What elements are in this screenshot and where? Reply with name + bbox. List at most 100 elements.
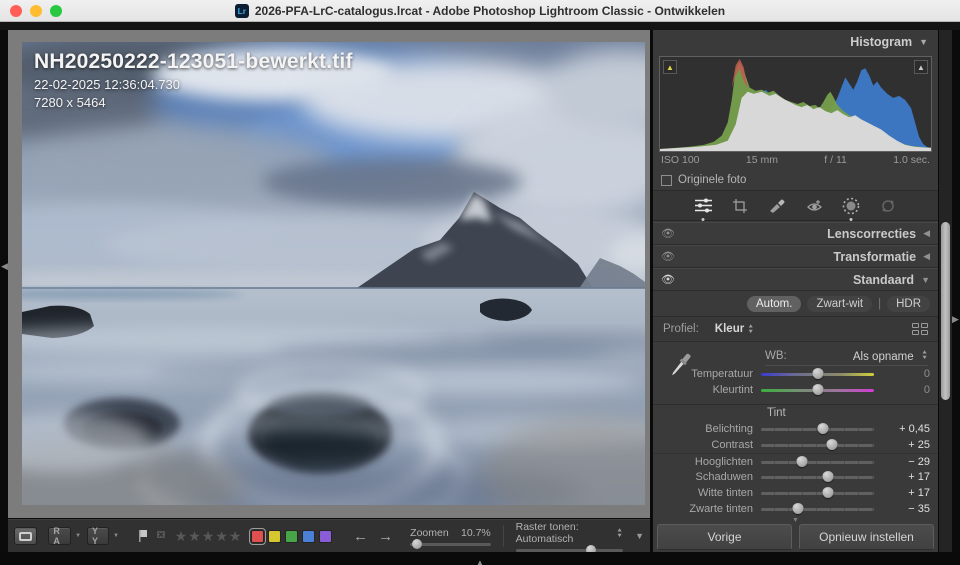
zoom-slider[interactable] <box>410 538 491 549</box>
crop-tool-button[interactable] <box>731 197 749 215</box>
highlight-clipping-warning-icon[interactable]: ▲ <box>914 60 928 74</box>
edit-sliders-tool-button[interactable] <box>694 197 712 221</box>
shadow-clipping-warning-icon[interactable]: ▲ <box>663 60 677 74</box>
masking-tool-button[interactable] <box>842 197 860 221</box>
panel-scroll-caret-icon[interactable]: ▼ <box>653 517 938 524</box>
original-photo-row: Originele foto <box>661 171 746 189</box>
sync-tool-button[interactable] <box>879 197 897 215</box>
slider-thumb[interactable] <box>796 455 808 467</box>
hdr-button[interactable]: HDR <box>887 295 930 312</box>
zoom-value: 10.7% <box>460 526 491 539</box>
highlights-slider[interactable] <box>761 460 874 464</box>
zoom-slider-thumb[interactable] <box>411 538 422 549</box>
minimize-button[interactable] <box>30 5 42 17</box>
slider-thumb[interactable] <box>817 423 829 434</box>
slider-thumb[interactable] <box>812 368 823 379</box>
histogram-header[interactable]: Histogram ▼ <box>653 30 938 54</box>
before-after-view-button[interactable]: Y Y <box>87 526 109 546</box>
flag-reject-button[interactable] <box>154 529 168 543</box>
red-eye-tool-button[interactable] <box>805 197 823 215</box>
scrollbar-thumb[interactable] <box>941 222 950 400</box>
contrast-slider[interactable] <box>761 444 874 447</box>
star-icon[interactable]: ★ <box>215 529 228 543</box>
panel-transformatie[interactable]: 👁 Transformatie ◀ <box>653 245 938 268</box>
auto-button[interactable]: Autom. <box>747 295 802 312</box>
panel-label[interactable]: Standaard <box>679 273 921 287</box>
wb-caret-icon[interactable]: ▲ ▼ <box>921 349 928 360</box>
close-button[interactable] <box>10 5 22 17</box>
loupe-view-button[interactable] <box>14 527 37 545</box>
slider-value: 0 <box>923 384 930 396</box>
right-panel: Histogram ▼ ▲ ▲ ISO 100 15 mm f / 11 1.0… <box>653 30 938 552</box>
reference-view-caret-icon[interactable]: ▼ <box>75 533 81 539</box>
slider-thumb[interactable] <box>822 471 834 482</box>
color-label-purple[interactable] <box>319 529 333 543</box>
show-filmstrip-arrow-icon[interactable]: ▲ <box>476 558 484 565</box>
histogram-graph[interactable]: ▲ ▲ <box>659 56 932 152</box>
grid-overlay-caret-icon[interactable]: ▲ ▼ <box>616 527 623 538</box>
wb-select-row[interactable]: WB: Als opname ▲ ▼ <box>765 349 928 366</box>
top-strip <box>0 22 960 30</box>
flag-pick-button[interactable] <box>136 529 150 543</box>
panel-label[interactable]: Lenscorrecties <box>679 227 923 241</box>
profile-caret-icon[interactable]: ▲ ▼ <box>747 323 754 334</box>
panel-expanded-caret-icon[interactable]: ▼ <box>921 275 930 285</box>
whites-slider[interactable] <box>761 492 874 495</box>
white-balance-section: WB: Als opname ▲ ▼ Temperatuur 0 Kleurtin… <box>653 343 938 404</box>
star-icon[interactable]: ★ <box>202 529 215 543</box>
histogram-collapse-caret-icon[interactable]: ▼ <box>919 37 928 47</box>
eye-icon[interactable]: 👁 <box>661 250 679 263</box>
star-icon[interactable]: ★ <box>188 529 201 543</box>
panel-collapsed-caret-icon[interactable]: ◀ <box>923 251 930 262</box>
color-label-blue[interactable] <box>302 529 316 543</box>
profile-select[interactable]: Kleur <box>715 323 744 335</box>
panel-lenscorrecties[interactable]: 👁 Lenscorrecties ◀ <box>653 222 938 245</box>
before-after-caret-icon[interactable]: ▼ <box>113 533 119 539</box>
color-label-red[interactable] <box>249 527 267 545</box>
panel-label[interactable]: Transformatie <box>679 250 923 264</box>
right-panel-scrollbar[interactable] <box>939 30 952 552</box>
hide-right-panel-arrow-icon[interactable]: ▶ <box>952 315 959 324</box>
profile-browser-grid-icon[interactable] <box>912 323 928 335</box>
panel-standaard[interactable]: 👁 Standaard ▼ <box>653 268 938 291</box>
shadows-slider[interactable] <box>761 476 874 479</box>
overlay-datetime: 22-02-2025 12:36:04.730 <box>34 77 181 92</box>
next-photo-arrow-icon[interactable]: → <box>375 529 396 544</box>
tone-header: Tint <box>767 407 786 419</box>
panel-collapsed-caret-icon[interactable]: ◀ <box>923 228 930 239</box>
show-left-panel-arrow-icon[interactable]: ◀ <box>1 262 8 271</box>
slider-label: Hooglichten <box>694 455 753 468</box>
tool-active-dot <box>849 217 853 221</box>
grid-overlay-label[interactable]: Raster tonen: Automatisch <box>516 521 614 545</box>
lightroom-app-icon: Lr <box>234 3 249 18</box>
black-white-button[interactable]: Zwart-wit <box>807 295 873 312</box>
color-label-green[interactable] <box>285 529 299 543</box>
reset-button[interactable]: Opnieuw instellen <box>799 524 934 550</box>
slider-label: Schaduwen <box>695 471 754 483</box>
healing-tool-button[interactable] <box>768 197 786 215</box>
exif-info-row: ISO 100 15 mm f / 11 1.0 sec. <box>661 154 930 168</box>
star-icon[interactable]: ★ <box>175 529 188 543</box>
white-balance-eyedropper-icon[interactable] <box>665 349 695 386</box>
eye-icon[interactable]: 👁 <box>661 273 679 286</box>
overlay-filename: NH20250222-123051-bewerkt.tif <box>34 50 353 73</box>
reference-view-button[interactable]: R A <box>48 526 72 546</box>
photo-view[interactable]: NH20250222-123051-bewerkt.tif 22-02-2025… <box>22 42 645 505</box>
previous-photo-arrow-icon[interactable]: ← <box>350 529 371 544</box>
eye-icon[interactable]: 👁 <box>661 227 679 240</box>
toolbar-options-caret-icon[interactable]: ▼ <box>635 531 644 541</box>
previous-button[interactable]: Vorige <box>657 524 792 550</box>
color-label-yellow[interactable] <box>268 529 282 543</box>
slider-thumb[interactable] <box>812 384 823 395</box>
original-photo-checkbox[interactable] <box>661 174 672 186</box>
tone-section: Tint Belichting + 0,45 Contrast + 25 Hoo… <box>653 404 938 516</box>
blacks-slider[interactable] <box>761 508 874 511</box>
star-rating[interactable]: ★ ★ ★ ★ ★ <box>175 529 242 543</box>
slider-label: Zwarte tinten <box>689 503 753 515</box>
slider-thumb[interactable] <box>822 487 834 498</box>
zoom-window-button[interactable] <box>50 5 62 17</box>
slider-thumb[interactable] <box>792 503 804 514</box>
wb-value[interactable]: Als opname <box>853 351 914 363</box>
slider-thumb[interactable] <box>826 439 838 450</box>
star-icon[interactable]: ★ <box>229 529 242 543</box>
